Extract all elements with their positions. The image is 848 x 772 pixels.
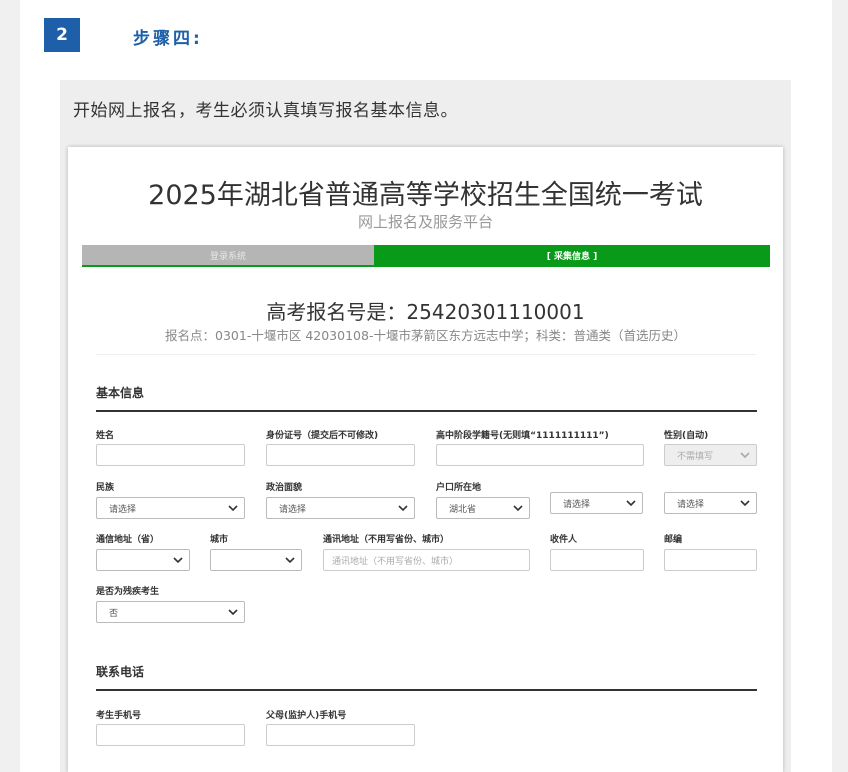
id-number-label: 身份证号（提交后不可修改)	[266, 431, 379, 441]
postcode-input[interactable]	[664, 549, 757, 571]
gender-select: 不需填写	[664, 444, 757, 466]
disabled-candidate-value: 否	[109, 608, 119, 619]
city-label: 城市	[210, 535, 229, 545]
name-input[interactable]	[96, 444, 245, 466]
hukou-city-select[interactable]: 请选择	[550, 492, 643, 514]
section-divider-contact	[96, 689, 757, 691]
section-title-contact: 联系电话	[96, 665, 145, 679]
address-input[interactable]: 通讯地址（不用写省份、城市）	[323, 549, 530, 571]
address-placeholder: 通讯地址（不用写省份、城市）	[332, 556, 459, 567]
chevron-down-icon	[398, 505, 408, 512]
gender-value: 不需填写	[677, 451, 714, 462]
progress-step-collect: [ 采集信息 ]	[374, 245, 770, 265]
section-title-basic: 基本信息	[96, 386, 145, 400]
registration-number: 高考报名号是：25420301110001	[266, 300, 585, 324]
step-title: 步骤四:	[133, 29, 203, 49]
chevron-down-icon	[228, 609, 238, 616]
registration-info: 报名点：0301-十堰市区 42030108-十堰市茅箭区东方远志中学；科类：普…	[165, 328, 686, 343]
postcode-label: 邮编	[664, 535, 683, 545]
chevron-down-icon	[740, 452, 750, 459]
chevron-down-icon	[626, 500, 636, 507]
step-number-badge: 2	[44, 18, 80, 52]
ethnicity-label: 民族	[96, 483, 115, 493]
address-province-select[interactable]	[96, 549, 190, 571]
disabled-candidate-label: 是否为残疾考生	[96, 587, 160, 597]
hukou-county-select[interactable]: 请选择	[664, 492, 757, 514]
address-province-label: 通信地址（省）	[96, 535, 160, 545]
school-id-input[interactable]	[436, 444, 644, 466]
hukou-province-select[interactable]: 湖北省	[436, 497, 530, 519]
parent-mobile-input[interactable]	[266, 724, 415, 746]
hukou-label: 户口所在地	[436, 483, 482, 493]
gender-label: 性别(自动)	[664, 431, 709, 441]
disabled-candidate-select[interactable]: 否	[96, 601, 245, 623]
registration-form-screenshot: 2025年湖北省普通高等学校招生全国统一考试 网上报名及服务平台 登录系统 [ …	[68, 147, 783, 772]
school-id-label: 高中阶段学籍号(无则填“1111111111”)	[436, 431, 609, 441]
divider	[96, 354, 756, 355]
section-divider-basic	[96, 410, 757, 412]
hukou-county-value: 请选择	[677, 499, 705, 510]
address-label: 通讯地址（不用写省份、城市）	[323, 535, 450, 545]
politics-value: 请选择	[279, 504, 307, 515]
hukou-province-value: 湖北省	[449, 504, 477, 515]
mobile-label: 考生手机号	[96, 711, 142, 721]
recipient-input[interactable]	[550, 549, 644, 571]
platform-title: 2025年湖北省普通高等学校招生全国统一考试	[148, 180, 703, 211]
intro-text: 开始网上报名，考生必须认真填写报名基本信息。	[73, 101, 458, 121]
politics-label: 政治面貌	[266, 483, 303, 493]
parent-mobile-label: 父母(监护人)手机号	[266, 711, 347, 721]
chevron-down-icon	[173, 557, 183, 564]
politics-select[interactable]: 请选择	[266, 497, 415, 519]
platform-subtitle: 网上报名及服务平台	[357, 213, 493, 231]
progress-underline	[82, 265, 770, 267]
ethnicity-value: 请选择	[109, 504, 137, 515]
name-label: 姓名	[96, 431, 115, 441]
recipient-label: 收件人	[550, 535, 578, 545]
id-number-input[interactable]	[266, 444, 415, 466]
chevron-down-icon	[740, 500, 750, 507]
progress-step-login: 登录系统	[82, 245, 374, 265]
city-select[interactable]	[210, 549, 302, 571]
hukou-city-value: 请选择	[563, 499, 591, 510]
chevron-down-icon	[228, 505, 238, 512]
mobile-input[interactable]	[96, 724, 245, 746]
ethnicity-select[interactable]: 请选择	[96, 497, 245, 519]
chevron-down-icon	[285, 557, 295, 564]
chevron-down-icon	[513, 505, 523, 512]
progress-bar: 登录系统 [ 采集信息 ]	[82, 245, 770, 265]
